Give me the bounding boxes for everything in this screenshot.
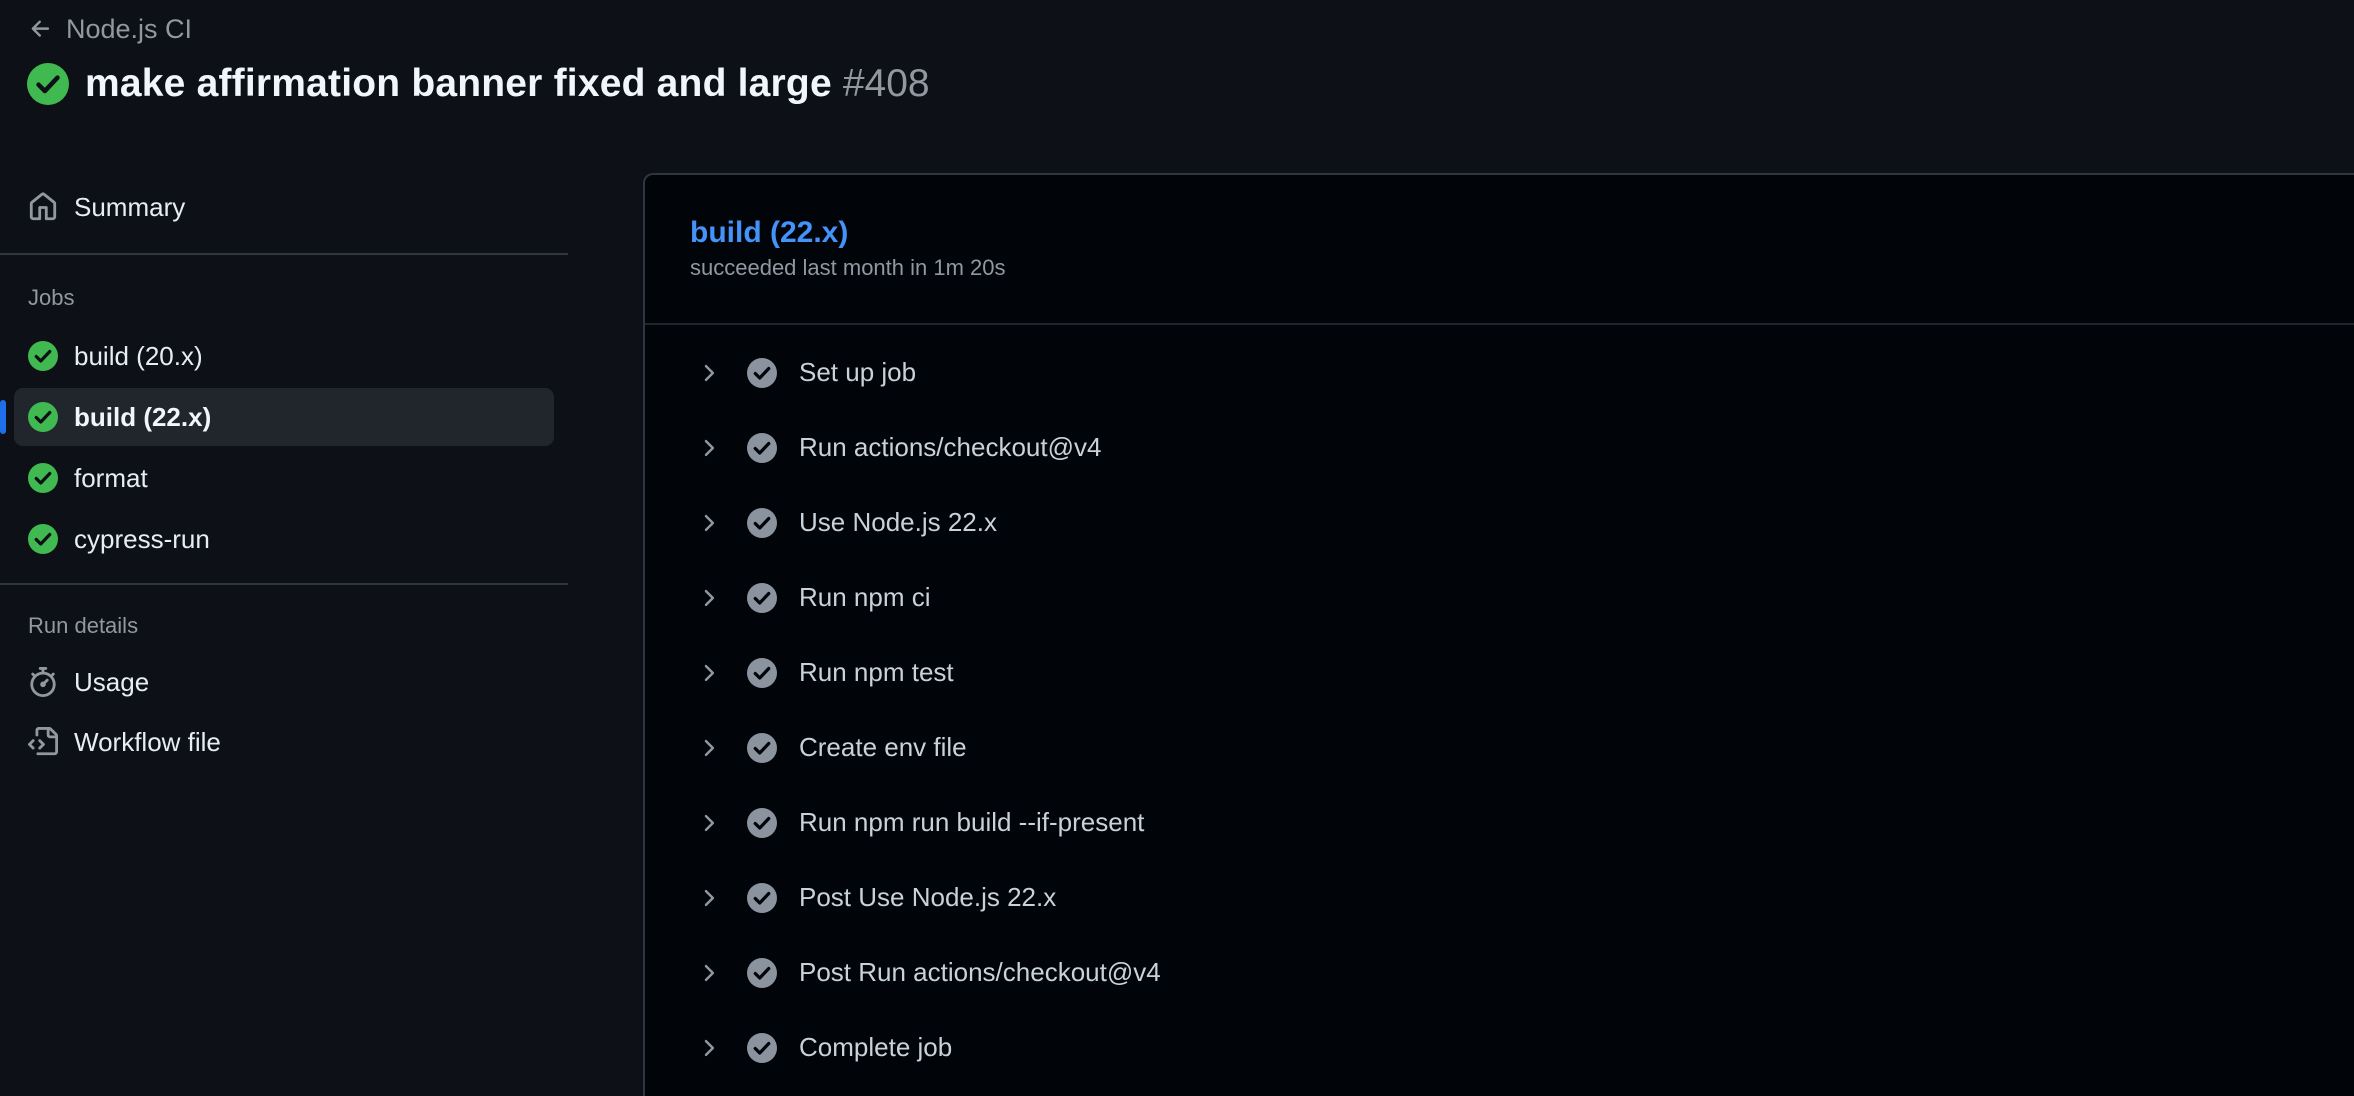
run-details-list: Usage Workflow file [0, 653, 568, 771]
job-status-subtitle: succeeded last month in 1m 20s [690, 255, 1006, 280]
run-number: #408 [842, 62, 930, 105]
back-to-workflow-link[interactable]: Node.js CI [28, 12, 192, 46]
check-circle-fill-icon [747, 582, 777, 613]
sidebar-job-cypress-run[interactable]: cypress-run [14, 510, 554, 568]
chevron-right-icon[interactable] [695, 660, 721, 686]
job-step[interactable]: Post Use Node.js 22.x [645, 860, 2354, 935]
stopwatch-icon [28, 667, 58, 697]
job-step[interactable]: Run npm run build --if-present [645, 785, 2354, 860]
chevron-right-icon[interactable] [695, 585, 721, 611]
job-title-link[interactable]: build (22.x) [690, 215, 848, 251]
check-circle-fill-icon [747, 732, 777, 763]
run-details-heading: Run details [28, 613, 139, 638]
check-circle-fill-icon [747, 357, 777, 388]
job-header: build (22.x) succeeded last month in 1m … [645, 175, 2354, 325]
check-circle-fill-icon [747, 882, 777, 913]
sidebar-job-label: build (20.x) [74, 340, 203, 371]
job-step[interactable]: Complete job [645, 1010, 2354, 1085]
run-header: Node.js CI make affirmation banner fixed… [0, 0, 2354, 140]
page-title: make affirmation banner fixed and large [85, 62, 832, 105]
check-circle-fill-icon [747, 1032, 777, 1063]
job-step[interactable]: Run actions/checkout@v4 [645, 410, 2354, 485]
check-circle-fill-icon [28, 341, 58, 371]
job-step-label: Use Node.js 22.x [799, 507, 997, 537]
sidebar-item-summary[interactable]: Summary [14, 178, 554, 236]
chevron-right-icon[interactable] [695, 435, 721, 461]
check-circle-fill-icon [28, 524, 58, 554]
title-row: make affirmation banner fixed and large … [27, 60, 930, 108]
job-step[interactable]: Use Node.js 22.x [645, 485, 2354, 560]
chevron-right-icon[interactable] [695, 360, 721, 386]
job-step-label: Post Use Node.js 22.x [799, 882, 1057, 912]
check-circle-fill-icon [747, 957, 777, 988]
sidebar-divider [0, 253, 568, 255]
back-link-label: Node.js CI [66, 13, 193, 44]
chevron-right-icon[interactable] [695, 885, 721, 911]
check-circle-fill-icon [747, 432, 777, 463]
sidebar-item-usage[interactable]: Usage [14, 653, 554, 711]
home-icon [28, 192, 58, 222]
sidebar-item-label: Usage [74, 666, 150, 697]
job-step-label: Run actions/checkout@v4 [799, 432, 1102, 462]
job-step-label: Post Run actions/checkout@v4 [799, 957, 1161, 987]
file-code-icon [28, 727, 58, 757]
sidebar: Summary Jobs build (20.x) build (22.x) f… [0, 170, 568, 771]
job-step[interactable]: Run npm test [645, 635, 2354, 710]
job-steps-list: Set up job Run actions/checkout@v4 Use Nod… [645, 325, 2354, 1085]
jobs-list: build (20.x) build (22.x) format cypress… [0, 327, 568, 568]
job-panel: build (22.x) succeeded last month in 1m … [643, 173, 2354, 1096]
chevron-right-icon[interactable] [695, 510, 721, 536]
sidebar-job-label: format [74, 462, 148, 493]
job-step-label: Run npm run build --if-present [799, 807, 1145, 837]
sidebar-job-label: build (22.x) [74, 401, 212, 432]
sidebar-item-label: Workflow file [74, 726, 221, 757]
chevron-right-icon[interactable] [695, 1035, 721, 1061]
check-circle-fill-icon [28, 463, 58, 493]
sidebar-job-label: cypress-run [74, 523, 210, 554]
job-step-label: Complete job [799, 1032, 953, 1062]
chevron-right-icon[interactable] [695, 960, 721, 986]
sidebar-item-workflow-file[interactable]: Workflow file [14, 713, 554, 771]
check-circle-fill-icon [27, 63, 69, 105]
check-circle-fill-icon [747, 807, 777, 838]
job-step[interactable]: Set up job [645, 335, 2354, 410]
check-circle-fill-icon [747, 657, 777, 688]
chevron-right-icon[interactable] [695, 810, 721, 836]
check-circle-fill-icon [28, 402, 58, 432]
job-step-label: Run npm test [799, 657, 954, 687]
job-step[interactable]: Run npm ci [645, 560, 2354, 635]
chevron-right-icon[interactable] [695, 735, 721, 761]
check-circle-fill-icon [747, 507, 777, 538]
sidebar-job-build-20x[interactable]: build (20.x) [14, 327, 554, 385]
sidebar-divider [0, 583, 568, 585]
job-step[interactable]: Post Run actions/checkout@v4 [645, 935, 2354, 1010]
arrow-left-icon [31, 20, 50, 37]
sidebar-job-build-22x[interactable]: build (22.x) [0, 388, 554, 446]
job-step-label: Set up job [799, 357, 917, 387]
job-step[interactable]: Create env file [645, 710, 2354, 785]
job-step-label: Run npm ci [799, 582, 931, 612]
job-step-label: Create env file [799, 732, 967, 762]
sidebar-job-format[interactable]: format [14, 449, 554, 507]
sidebar-item-label: Summary [74, 191, 186, 222]
jobs-heading: Jobs [28, 285, 75, 310]
